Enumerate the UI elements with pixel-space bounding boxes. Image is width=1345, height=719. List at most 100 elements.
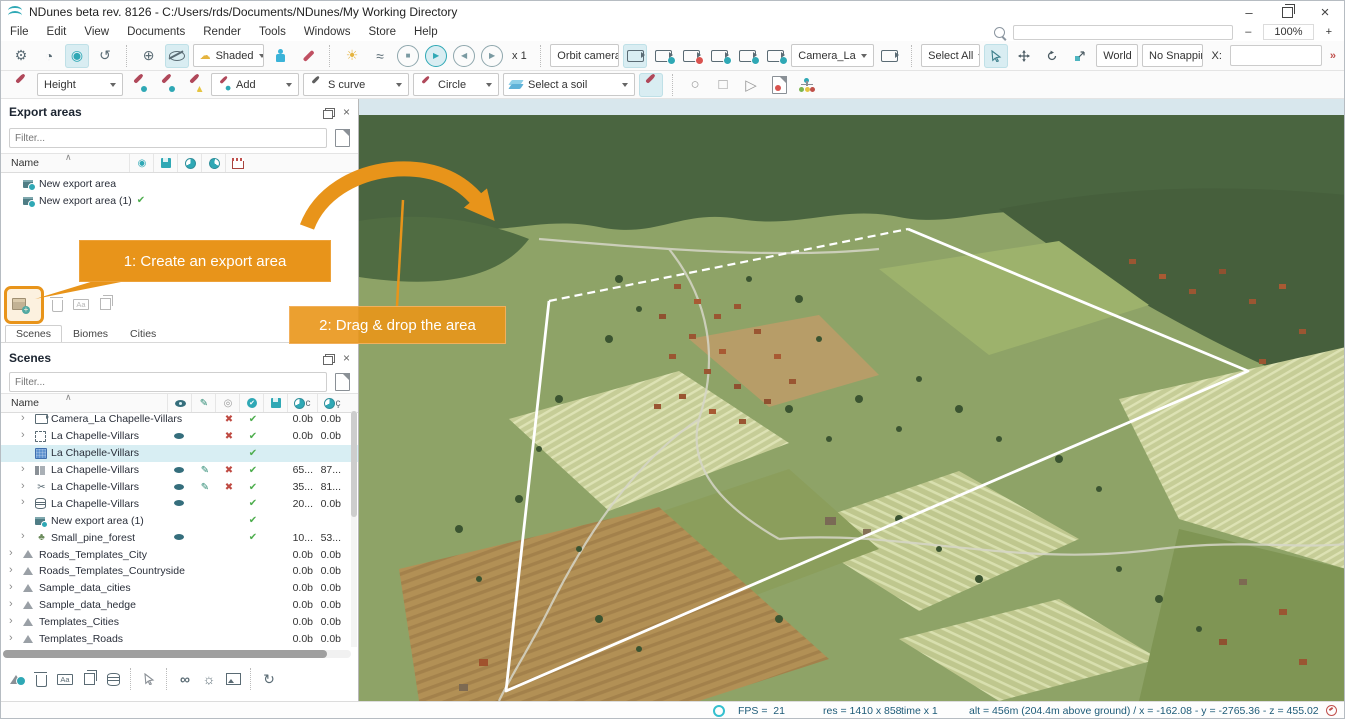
expander-icon[interactable]: › [9,615,19,627]
camera-add-button[interactable] [707,44,731,68]
enabled-icon[interactable]: ✔ [245,465,261,476]
close-panel-icon[interactable]: × [343,105,350,119]
performance-button[interactable]: ◔ [37,44,61,68]
expander-icon[interactable]: › [21,429,31,441]
export-area-row[interactable]: New export area [1,175,358,192]
column-visibility[interactable] [167,394,192,412]
enabled-icon[interactable]: ✔ [245,431,261,442]
triangle-shape-button[interactable]: ▷ [739,73,763,97]
close-button[interactable]: × [1306,1,1344,23]
menu-view[interactable]: View [75,26,118,38]
find-scene-button[interactable]: ∞ [173,667,197,691]
camera-save-button[interactable] [735,44,759,68]
tab-scenes[interactable]: Scenes [5,325,62,342]
exclude-icon[interactable]: ✖ [221,482,237,493]
menu-edit[interactable]: Edit [38,26,76,38]
float-panel-icon[interactable] [325,108,335,117]
select-tool-button[interactable] [984,44,1008,68]
scene-row[interactable]: › Roads_Templates_Countryside 0.0b 0.0b [1,563,358,580]
render-settings-button[interactable]: ☼ [197,667,221,691]
delete-export-area-button[interactable] [45,292,69,316]
visible-icon[interactable] [171,532,187,543]
enabled-icon[interactable]: ✔ [245,532,261,543]
new-file-icon[interactable] [335,129,350,147]
duplicate-export-area-button[interactable] [93,292,117,316]
expander-icon[interactable]: › [21,496,31,508]
snapping-select[interactable]: No Snapping [1142,44,1203,67]
expander-icon[interactable]: › [9,598,19,610]
brush-profile-select[interactable]: S curve [303,73,409,96]
scenes-filter-input[interactable] [9,372,327,392]
scene-row[interactable]: › Roads_Templates_City 0.0b 0.0b [1,546,358,563]
shading-mode-select[interactable]: ☁ Shaded [193,44,265,67]
database-edit-button[interactable] [101,667,125,691]
active-camera-select[interactable]: Camera_La Chapelle-Villars [791,44,873,67]
camera-reset-button[interactable] [763,44,787,68]
edit-icon[interactable]: ✎ [197,482,213,493]
brush-paint-button[interactable] [127,73,151,97]
enabled-icon[interactable]: ✔ [245,482,261,493]
camera-plain-button[interactable] [878,44,902,68]
column-edit[interactable]: ✎ [191,394,216,412]
expander-icon[interactable]: › [21,480,31,492]
scrollbar-thumb[interactable] [3,650,327,658]
toolbar-overflow-button[interactable]: » [1326,50,1344,62]
exclude-icon[interactable]: ✖ [221,465,237,476]
scene-row[interactable]: › La Chapelle-Villars ✎ ✖ ✔ 65... 87... [1,462,358,479]
column-exclude[interactable]: ◎ [215,394,240,412]
brush-warning-button[interactable] [183,73,207,97]
scene-row[interactable]: › Camera_La Chapelle-Villars ✖ ✔ 0.0b 0.… [1,411,358,428]
column-target-icon[interactable]: ◉ [129,154,154,172]
column-size-2[interactable]: ç [317,394,346,412]
edit-channel-select[interactable]: Height [37,73,123,96]
enabled-icon[interactable]: ✔ [245,448,261,459]
brush-button[interactable] [9,73,33,97]
expander-icon[interactable]: › [9,564,19,576]
exclude-icon[interactable]: ✖ [221,414,237,425]
scene-row[interactable]: New export area (1) ✔ [1,512,358,529]
script-document-button[interactable] [767,73,791,97]
settings-button[interactable]: ⚙ [9,44,33,68]
rename-export-area-button[interactable]: Aa [69,292,93,316]
character-button[interactable] [268,44,292,68]
selection-filter-select[interactable]: Select All [921,44,980,67]
exclude-icon[interactable]: ✖ [221,431,237,442]
scene-row[interactable]: › Templates_Cities 0.0b 0.0b [1,614,358,631]
viewport-3d[interactable] [359,99,1345,701]
brush-shape-select[interactable]: Circle [413,73,499,96]
zoom-out-button[interactable]: – [1241,26,1255,38]
add-scene-button[interactable] [5,667,29,691]
scale-tool-button[interactable] [1068,44,1092,68]
stop-button[interactable]: ■ [397,45,419,67]
scene-row[interactable]: › La Chapelle-Villars ✔ 20... 0.0b [1,495,358,512]
new-file-icon[interactable] [335,373,350,391]
delete-scene-button[interactable] [29,667,53,691]
export-area-row[interactable]: New export area (1) ✔ [1,192,358,209]
zoom-in-button[interactable]: + [1322,26,1336,38]
wind-button[interactable]: ≈ [368,44,392,68]
step-back-button[interactable]: ◀ [453,45,475,67]
circle-shape-button[interactable]: ○ [683,73,707,97]
column-store-icon[interactable] [225,154,250,172]
scenes-name-column[interactable]: Name [11,397,39,409]
brush-smooth-button[interactable] [155,73,179,97]
menu-help[interactable]: Help [405,26,447,38]
menu-render[interactable]: Render [194,26,250,38]
column-pie2-icon[interactable] [201,154,226,172]
visible-icon[interactable] [171,431,187,442]
export-image-button[interactable] [221,667,245,691]
enabled-icon[interactable]: ✔ [245,498,261,509]
brush-operation-select[interactable]: Add [211,73,299,96]
tab-cities[interactable]: Cities [119,325,167,342]
move-tool-button[interactable] [1012,44,1036,68]
scene-row[interactable]: › Sample_data_hedge 0.0b 0.0b [1,597,358,614]
visible-icon[interactable] [171,465,187,476]
expander-icon[interactable]: › [9,632,19,644]
rename-scene-button[interactable]: Aa [53,667,77,691]
menu-documents[interactable]: Documents [118,26,194,38]
menu-store[interactable]: Store [359,26,405,38]
node-graph-button[interactable] [795,73,819,97]
export-name-column[interactable]: Name [11,157,39,169]
horizontal-scrollbar[interactable] [3,650,351,658]
record-button[interactable]: ◉ [65,44,89,68]
